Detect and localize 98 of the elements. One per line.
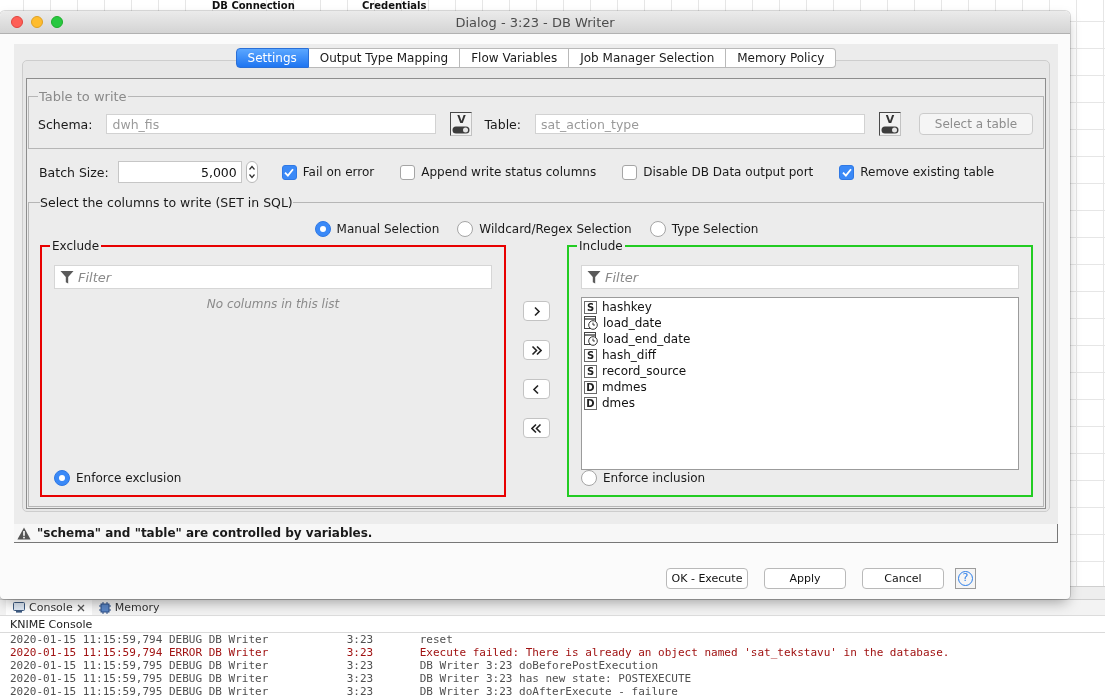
double-chevron-left-icon <box>531 422 542 434</box>
log-message: DB Writer 3:23 has new state: POSTEXECUTE <box>419 672 693 685</box>
log-timestamp: 2020-01-15 11:15:59,795 <box>10 672 164 685</box>
monitor-icon <box>13 602 25 613</box>
type-indicator: S <box>584 364 597 378</box>
dialog-button[interactable]: OK - Execute <box>666 568 748 589</box>
log-category: DB Writer <box>208 672 270 685</box>
column-list-item[interactable]: D mdmes <box>584 379 1016 395</box>
tab[interactable]: Flow Variables <box>460 48 570 68</box>
checkbox[interactable] <box>281 164 297 180</box>
window-title: Dialog - 3:23 - DB Writer <box>455 14 615 30</box>
log-category: DB Writer <box>208 646 270 659</box>
warning-message: "schema" and "table" are controlled by variables. <box>37 526 373 540</box>
funnel-icon <box>60 270 74 284</box>
log-message: DB Writer 3:23 doBeforePostExecution <box>419 659 660 672</box>
move-all-right-button[interactable] <box>523 340 550 360</box>
column-list-item[interactable]: S record_source <box>584 363 1016 379</box>
view-tab[interactable]: Memory <box>91 600 167 615</box>
type-indicator: S <box>584 348 597 362</box>
move-all-left-button[interactable] <box>523 418 550 438</box>
checkbox-label: Append write status columns <box>421 165 597 179</box>
maximize-icon[interactable] <box>51 16 63 28</box>
radio-label: Type Selection <box>671 222 759 236</box>
tab[interactable]: Job Manager Selection <box>569 48 727 68</box>
column-list-item[interactable]: load_date <box>584 315 1016 331</box>
empty-list-message: No columns in this list <box>206 297 340 311</box>
log-level: DEBUG <box>168 659 204 672</box>
log-message: Execute failed: There is already an object named 'sat_tekstavu' in the database. <box>419 646 951 659</box>
radio-label: Wildcard/Regex Selection <box>479 222 632 236</box>
log-level: DEBUG <box>168 633 204 646</box>
radio-button[interactable] <box>581 470 597 486</box>
log-timestamp: 2020-01-15 11:15:59,794 <box>10 633 164 646</box>
checkbox[interactable] <box>400 164 416 180</box>
group-title: Select the columns to write (SET in SQL) <box>40 195 293 210</box>
type-indicator: S <box>584 300 597 314</box>
field-label: Schema: <box>38 116 93 132</box>
log-node-id: 3:23 <box>346 685 375 698</box>
dialog-button[interactable]: Cancel <box>862 568 944 589</box>
checkbox[interactable] <box>622 164 638 180</box>
tab[interactable]: Output Type Mapping <box>308 48 461 68</box>
checkbox[interactable] <box>839 164 855 180</box>
panel-title: KNIME Console <box>0 616 1105 633</box>
chip-icon <box>98 601 111 614</box>
log-level: DEBUG <box>168 685 204 698</box>
log-level: ERROR <box>168 646 204 659</box>
type-indicator: D <box>584 396 597 410</box>
calendar-clock-icon <box>584 316 598 330</box>
node-label: DB Connection <box>212 0 295 11</box>
log-node-id: 3:23 <box>346 672 375 685</box>
funnel-icon <box>587 270 601 284</box>
column-list-item[interactable]: S hash_diff <box>584 347 1016 363</box>
checkbox-label: Remove existing table <box>860 165 995 179</box>
field-label: Batch Size: <box>39 164 109 180</box>
log-level: DEBUG <box>168 672 204 685</box>
group-title: Table to write <box>38 89 128 104</box>
log-node-id: 3:23 <box>346 633 375 646</box>
radio-label: Enforce inclusion <box>603 471 706 485</box>
log-timestamp: 2020-01-15 11:15:59,795 <box>10 685 164 698</box>
log-category: DB Writer <box>208 659 270 672</box>
close-icon[interactable] <box>76 603 85 612</box>
tab[interactable]: Memory Policy <box>726 48 837 68</box>
toggle-icon <box>881 125 899 134</box>
log-message: DB Writer 3:23 doAfterExecute - failure <box>419 685 679 698</box>
move-right-button[interactable] <box>523 301 550 321</box>
log-message: reset <box>419 633 454 646</box>
log-timestamp: 2020-01-15 11:15:59,794 <box>10 646 164 659</box>
type-indicator: D <box>584 380 597 394</box>
log-category: DB Writer <box>208 685 270 698</box>
column-list-item[interactable]: S hashkey <box>584 299 1016 315</box>
log-timestamp: 2020-01-15 11:15:59,795 <box>10 659 164 672</box>
radio-button[interactable] <box>54 470 70 486</box>
log-node-id: 3:23 <box>346 646 375 659</box>
radio-button[interactable] <box>457 221 474 237</box>
toggle-icon <box>452 125 471 134</box>
checkbox-label: Fail on error <box>302 165 375 179</box>
number-field[interactable]: 5,000 <box>117 161 242 183</box>
spinner-arrows-icon[interactable] <box>245 161 258 183</box>
double-chevron-right-icon <box>531 344 542 356</box>
panel-title: Exclude <box>51 239 100 253</box>
radio-label: Enforce exclusion <box>76 471 182 485</box>
view-tab[interactable]: Console <box>6 600 92 615</box>
help-button[interactable]: ? <box>955 568 976 589</box>
log-node-id: 3:23 <box>346 659 375 672</box>
radio-label: Manual Selection <box>336 222 440 236</box>
filter-field[interactable]: Filter <box>581 265 1019 289</box>
column-list-item[interactable]: load_end_date <box>584 331 1016 347</box>
panel-title: Include <box>578 239 624 253</box>
filter-field[interactable]: Filter <box>54 265 492 289</box>
calendar-clock-icon <box>584 332 598 346</box>
checkbox-label: Disable DB Data output port <box>643 165 814 179</box>
dialog-button[interactable]: Apply <box>764 568 846 589</box>
field-label: Table: <box>484 116 521 132</box>
column-list-item[interactable]: D dmes <box>584 395 1016 411</box>
radio-button[interactable] <box>649 221 666 237</box>
move-left-button[interactable] <box>523 379 550 399</box>
radio-button[interactable] <box>314 221 331 237</box>
node-label: Credentials <box>362 0 427 11</box>
log-category: DB Writer <box>208 633 270 646</box>
